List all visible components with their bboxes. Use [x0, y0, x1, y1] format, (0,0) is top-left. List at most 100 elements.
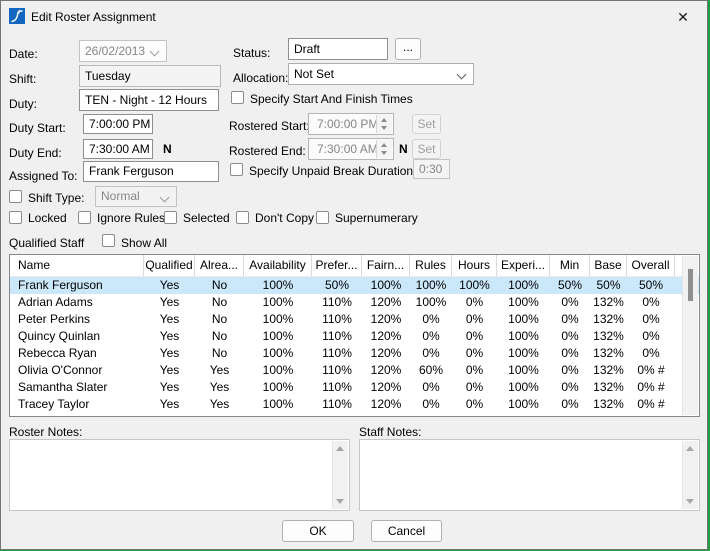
cancel-button[interactable]: Cancel	[371, 520, 442, 542]
table-cell: Samantha Slater	[10, 379, 144, 396]
chevron-down-icon	[457, 70, 467, 80]
status-value: Draft	[294, 42, 320, 56]
staff-notes-textarea[interactable]	[359, 439, 700, 511]
column-header-overall[interactable]: Overall	[627, 255, 675, 276]
column-header-hours[interactable]: Hours	[452, 255, 497, 276]
rostered-start-spinner[interactable]: 7:00:00 PM	[308, 113, 394, 135]
flag-checkbox-don-t-copy[interactable]	[236, 211, 249, 224]
specify-times-checkbox[interactable]	[231, 91, 244, 104]
scrollbar-thumb[interactable]	[688, 269, 693, 301]
table-cell: 100%	[244, 396, 312, 413]
table-row[interactable]: Samantha SlaterYesYes100%110%120%0%0%100…	[10, 379, 699, 396]
staff-notes-scrollbar[interactable]	[682, 441, 698, 509]
table-cell: Adrian Adams	[10, 294, 144, 311]
table-row[interactable]: Olivia O'ConnorYesYes100%110%120%60%0%10…	[10, 362, 699, 379]
table-row[interactable]: Tracey TaylorYesYes100%110%120%0%0%100%0…	[10, 396, 699, 413]
status-browse-button[interactable]: ...	[395, 38, 421, 60]
close-icon[interactable]: ✕	[669, 6, 697, 28]
duty-field[interactable]: TEN - Night - 12 Hours	[79, 89, 219, 111]
status-field[interactable]: Draft	[288, 38, 388, 60]
rostered-end-set-button[interactable]: Set	[412, 139, 441, 159]
table-cell: 110%	[312, 294, 362, 311]
table-cell: Yes	[195, 396, 244, 413]
show-all-checkbox[interactable]	[102, 234, 115, 247]
flag-checkbox-ignore-rules[interactable]	[78, 211, 91, 224]
duty-start-field[interactable]: 7:00:00 PM	[83, 114, 153, 134]
table-cell: 100%	[497, 396, 550, 413]
chevron-down-icon	[160, 193, 170, 203]
roster-notes-scrollbar[interactable]	[332, 441, 348, 509]
date-combo[interactable]: 26/02/2013	[79, 40, 167, 62]
spinner-arrows-icon[interactable]	[376, 140, 392, 158]
flag-checkbox-selected[interactable]	[164, 211, 177, 224]
table-row[interactable]: Rebecca RyanYesNo100%110%120%0%0%100%0%1…	[10, 345, 699, 362]
table-cell: 0%	[452, 294, 497, 311]
column-header-alrea[interactable]: Alrea...	[195, 255, 244, 276]
duty-end-value: 7:30:00 AM	[89, 142, 150, 156]
status-label: Status:	[233, 46, 270, 60]
shift-type-checkbox[interactable]	[9, 190, 22, 203]
table-cell: 100%	[410, 277, 452, 294]
table-cell: 0%	[410, 311, 452, 328]
table-vertical-scrollbar[interactable]	[682, 256, 698, 415]
table-cell: No	[195, 328, 244, 345]
title-bar: Edit Roster Assignment ✕	[1, 1, 707, 31]
table-cell: No	[195, 277, 244, 294]
table-cell: No	[195, 294, 244, 311]
specify-times-label: Specify Start And Finish Times	[250, 92, 413, 106]
flag-label: Ignore Rules	[97, 211, 165, 225]
table-cell: Yes	[144, 396, 195, 413]
spinner-arrows-icon[interactable]	[376, 115, 392, 133]
duty-label: Duty:	[9, 97, 37, 111]
table-cell: 132%	[590, 362, 627, 379]
rostered-start-set-button[interactable]: Set	[412, 114, 441, 134]
table-cell: 0% #	[627, 362, 675, 379]
scroll-down-icon[interactable]	[686, 499, 694, 504]
shift-value: Tuesday	[85, 69, 131, 83]
table-cell: Yes	[195, 379, 244, 396]
flag-checkbox-supernumerary[interactable]	[316, 211, 329, 224]
table-cell: 0%	[550, 328, 590, 345]
column-header-qualified[interactable]: Qualified	[144, 255, 195, 276]
column-header-experi[interactable]: Experi...	[497, 255, 550, 276]
table-cell: Peter Perkins	[10, 311, 144, 328]
table-cell: 100%	[362, 277, 410, 294]
column-header-availability[interactable]: Availability	[244, 255, 312, 276]
scroll-down-icon[interactable]	[336, 499, 344, 504]
table-cell: 50%	[590, 277, 627, 294]
table-row[interactable]: Quincy QuinlanYesNo100%110%120%0%0%100%0…	[10, 328, 699, 345]
unpaid-break-checkbox[interactable]	[230, 163, 243, 176]
shift-type-combo[interactable]: Normal	[95, 186, 177, 207]
show-all-label: Show All	[121, 236, 167, 250]
table-cell: 0% #	[627, 379, 675, 396]
column-header-min[interactable]: Min	[550, 255, 590, 276]
scroll-up-icon[interactable]	[336, 446, 344, 451]
assigned-to-field[interactable]: Frank Ferguson	[83, 161, 219, 182]
column-header-base[interactable]: Base	[590, 255, 627, 276]
table-row[interactable]: Frank FergusonYesNo100%50%100%100%100%10…	[10, 277, 699, 294]
allocation-label: Allocation:	[233, 71, 288, 85]
column-header-fairn[interactable]: Fairn...	[362, 255, 410, 276]
table-cell: 100%	[497, 345, 550, 362]
column-header-rules[interactable]: Rules	[410, 255, 452, 276]
allocation-combo[interactable]: Not Set	[288, 63, 474, 85]
table-cell: Yes	[144, 379, 195, 396]
shift-label: Shift:	[9, 72, 36, 86]
shift-field[interactable]: Tuesday	[79, 65, 221, 87]
rostered-end-spinner[interactable]: 7:30:00 AM	[308, 138, 394, 160]
column-header-prefer[interactable]: Prefer...	[312, 255, 362, 276]
dialog-title: Edit Roster Assignment	[31, 10, 156, 24]
shift-type-label: Shift Type:	[28, 191, 84, 205]
ok-button[interactable]: OK	[282, 520, 354, 542]
unpaid-break-field[interactable]: 0:30	[413, 159, 450, 179]
table-row[interactable]: Peter PerkinsYesNo100%110%120%0%0%100%0%…	[10, 311, 699, 328]
column-header-name[interactable]: Name	[10, 255, 144, 276]
table-cell: 132%	[590, 379, 627, 396]
table-cell: 0%	[452, 311, 497, 328]
table-row[interactable]: Adrian AdamsYesNo100%110%120%100%0%100%0…	[10, 294, 699, 311]
duty-end-field[interactable]: 7:30:00 AM	[83, 139, 153, 159]
roster-notes-textarea[interactable]	[9, 439, 350, 511]
flag-checkbox-locked[interactable]	[9, 211, 22, 224]
scroll-up-icon[interactable]	[686, 446, 694, 451]
table-cell: 50%	[627, 277, 675, 294]
